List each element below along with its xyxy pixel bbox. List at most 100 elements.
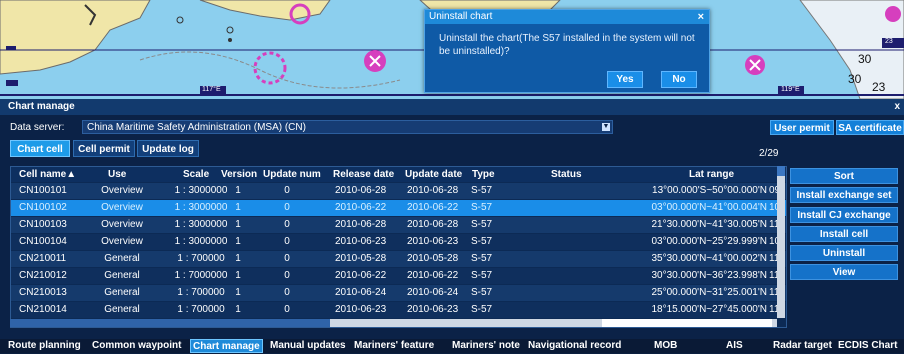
table-cell: 2010-06-22 (335, 270, 387, 281)
table-cell: 2010-05-28 (407, 253, 459, 264)
hscroll-thumb[interactable] (10, 319, 330, 327)
table-cell: 1 (235, 287, 241, 298)
table-row[interactable]: CN100101 Overview 1 : 3000000 1 0 2010-06-28 2… (11, 183, 786, 199)
table-row[interactable]: CN210013 General 1 : 700000 1 0 2010-06-24 201… (11, 285, 786, 301)
taskbar-ais[interactable]: AIS (726, 339, 743, 353)
table-cell: S-57 (471, 253, 493, 264)
scroll-thumb[interactable] (777, 166, 785, 176)
sa-certificate-button[interactable]: SA certificate (836, 120, 904, 135)
table-cell: 2010-06-24 (407, 287, 459, 298)
table-cell: General (104, 253, 140, 264)
table-cell: 2010-06-28 (407, 219, 459, 230)
table-cell: S-57 (471, 270, 493, 281)
dialog-close-icon[interactable]: × (698, 10, 704, 24)
sort-button[interactable]: Sort (790, 168, 898, 184)
table-cell: 35°30.000'N~41°00.002'N (651, 253, 767, 264)
dialog-message: Uninstall the chart(The S57 installed in… (439, 33, 695, 57)
table-cell: 1 (235, 202, 241, 213)
col-lat-range[interactable]: Lat range (689, 167, 734, 182)
dialog-title: Uninstall chart (429, 11, 493, 22)
hscroll-track-highlight (602, 319, 772, 327)
page-count: 2/29 (759, 148, 779, 159)
table-cell: General (104, 287, 140, 298)
map-depth-label-2: 30 (848, 72, 862, 86)
table-row[interactable]: CN210012 General 1 : 7000000 1 0 2010-06-22 20… (11, 268, 786, 284)
col-status[interactable]: Status (551, 167, 582, 182)
user-permit-button[interactable]: User permit (770, 120, 834, 135)
table-cell: S-57 (471, 185, 493, 196)
table-row[interactable]: CN100102 Overview 1 : 3000000 1 0 2010-06-22 2… (11, 200, 786, 216)
map-lon-label-1: 117°E (202, 86, 221, 93)
panel-title: Chart manage (8, 101, 75, 112)
table-cell: 1 (235, 270, 241, 281)
table-cell: 1 (235, 253, 241, 264)
table-cell: 2010-06-28 (335, 185, 387, 196)
col-type[interactable]: Type (472, 167, 495, 182)
table-cell: 21°30.000'N~41°30.005'N (651, 219, 767, 230)
taskbar-mariners-note[interactable]: Mariners' note (452, 339, 520, 353)
taskbar-mariners-feature[interactable]: Mariners' feature (354, 339, 434, 353)
col-update-num[interactable]: Update num (263, 167, 321, 182)
table-cell: S-57 (471, 202, 493, 213)
table-cell: 0 (284, 185, 290, 196)
server-select[interactable]: China Maritime Safety Administration (MS… (82, 120, 613, 134)
vertical-scrollbar[interactable] (777, 166, 785, 318)
col-update-date[interactable]: Update date (405, 167, 462, 182)
table-cell: 30°30.000'N~36°23.998'N (651, 270, 767, 281)
table-cell: 0 (284, 287, 290, 298)
taskbar-ecdis-chart[interactable]: ECDIS Chart (838, 339, 897, 353)
horizontal-scrollbar[interactable] (10, 319, 777, 327)
table-cell: 0 (284, 236, 290, 247)
taskbar-radar-target[interactable]: Radar target (773, 339, 832, 353)
table-row[interactable]: CN100104 Overview 1 : 3000000 1 0 2010-06-23 2… (11, 234, 786, 250)
col-cell-name[interactable]: Cell name▲ (19, 167, 76, 182)
table-cell: 1 (235, 185, 241, 196)
table-row[interactable]: CN210011 General 1 : 700000 1 0 2010-05-28 201… (11, 251, 786, 267)
uninstall-button[interactable]: Uninstall (790, 245, 898, 261)
table-cell: 0 (284, 219, 290, 230)
table-cell: 0 (284, 253, 290, 264)
table-cell: 1 (235, 236, 241, 247)
install-exchange-set-button[interactable]: Install exchange set (790, 187, 898, 203)
table-cell: Overview (101, 236, 143, 247)
panel-close-icon[interactable]: x (894, 99, 900, 115)
taskbar-manual-updates[interactable]: Manual updates (270, 339, 346, 353)
tab-cell-permit[interactable]: Cell permit (73, 140, 135, 157)
chevron-down-icon: ▼ (602, 123, 610, 131)
tab-chart-cell[interactable]: Chart cell (10, 140, 70, 157)
table-cell: Overview (101, 219, 143, 230)
table-cell: 1 (235, 304, 241, 315)
map-depth-label-3: 23 (885, 38, 893, 45)
col-version[interactable]: Version (221, 167, 257, 182)
col-scale[interactable]: Scale (183, 167, 209, 182)
table-row[interactable]: CN210014 General 1 : 700000 1 0 2010-06-23 201… (11, 302, 786, 318)
tab-update-log[interactable]: Update log (137, 140, 199, 157)
chart-table: Cell name▲ Use Scale Version Update num … (10, 166, 787, 328)
table-cell: 2010-05-28 (335, 253, 387, 264)
install-cj-exchange-set-button[interactable]: Install CJ exchange set (790, 207, 898, 237)
server-label: Data server: (10, 122, 65, 133)
taskbar-chart-manage[interactable]: Chart manage (190, 339, 263, 353)
table-cell: 0 (284, 304, 290, 315)
table-cell: Overview (101, 185, 143, 196)
map-lon-label-2: 119°E (781, 86, 800, 93)
table-cell: 2010-06-23 (407, 236, 459, 247)
table-cell: S-57 (471, 219, 493, 230)
col-use[interactable]: Use (108, 167, 126, 182)
table-cell: S-57 (471, 236, 493, 247)
table-row[interactable]: CN100103 Overview 1 : 3000000 1 0 2010-06-28 2… (11, 217, 786, 233)
table-cell: 2010-06-24 (335, 287, 387, 298)
taskbar-navigational-record[interactable]: Navigational record (528, 339, 621, 353)
taskbar-common-waypoint[interactable]: Common waypoint (92, 339, 181, 353)
taskbar-route-planning[interactable]: Route planning (8, 339, 81, 353)
no-button[interactable]: No (661, 71, 697, 88)
install-cell-button[interactable]: Install cell (790, 226, 898, 242)
taskbar: Route planning Common waypoint Chart man… (0, 339, 904, 353)
yes-button[interactable]: Yes (607, 71, 643, 88)
map-depth-label-1: 30 (858, 52, 872, 66)
view-button[interactable]: View (790, 264, 898, 280)
table-cell: 2010-06-23 (407, 304, 459, 315)
col-release-date[interactable]: Release date (333, 167, 394, 182)
table-cell: 18°15.000'N~27°45.000'N (651, 304, 767, 315)
taskbar-mob[interactable]: MOB (654, 339, 677, 353)
